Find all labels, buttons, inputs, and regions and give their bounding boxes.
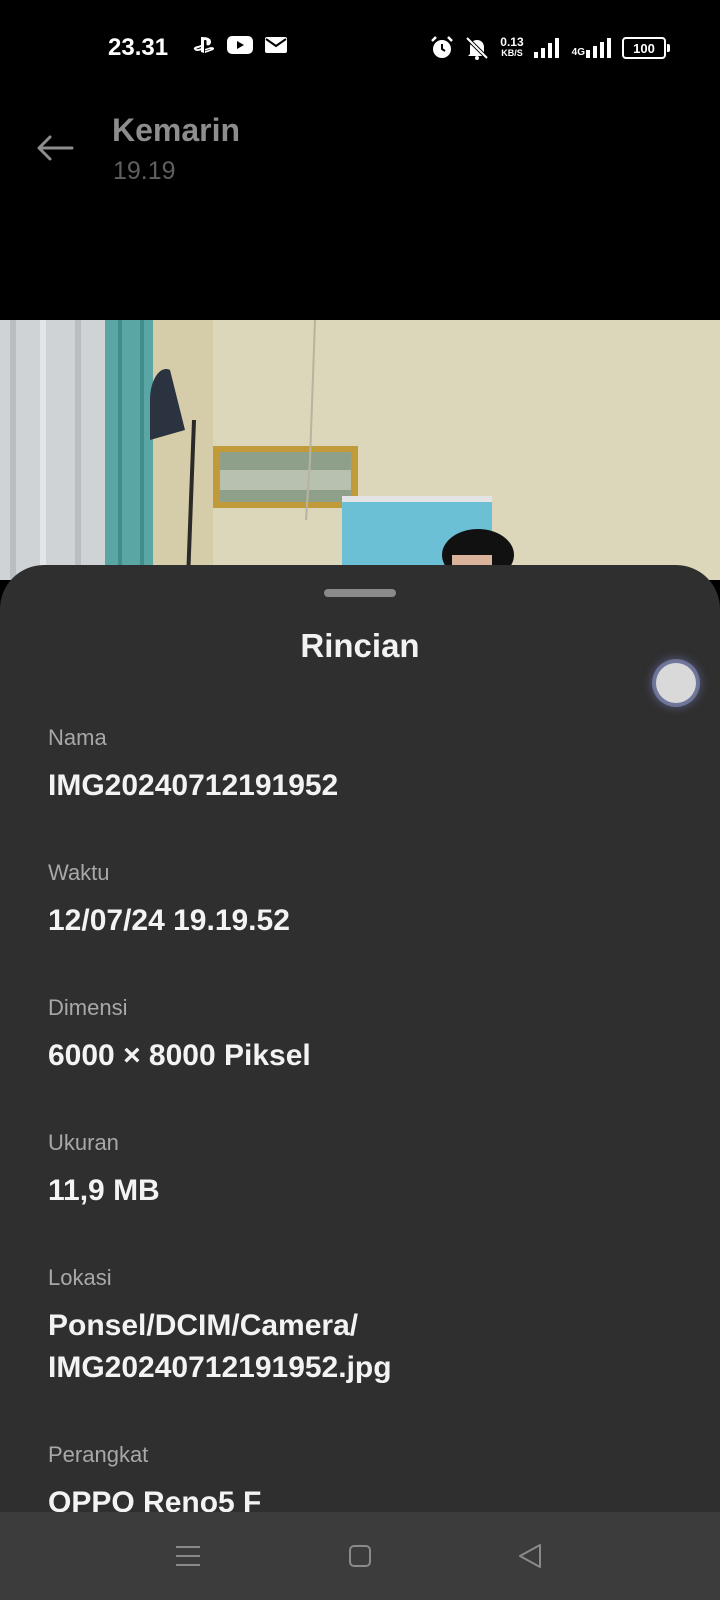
- field-label: Ukuran: [48, 1130, 119, 1155]
- status-bar: 23.31 0.13 KB/S 4G 100: [0, 0, 720, 90]
- field-value: 12/07/24 19.19.52: [48, 904, 290, 937]
- field-label: Perangkat: [48, 1442, 149, 1467]
- battery-level: 100: [633, 40, 655, 56]
- page-title: Kemarin: [112, 112, 241, 148]
- network-type: 4G: [571, 47, 585, 58]
- menu-button[interactable]: [166, 1534, 210, 1578]
- field-value-line2: IMG20240712191952.jpg: [48, 1351, 392, 1384]
- signal-icon: [533, 38, 559, 58]
- field-location: Lokasi Ponsel/DCIM/Camera/ IMG2024071219…: [48, 1265, 668, 1389]
- network-speed-value: 0.13: [500, 35, 524, 49]
- signal-4g-bars-icon: [586, 38, 611, 58]
- alarm-icon: [431, 36, 454, 58]
- page-subtitle: 19.19: [113, 157, 176, 185]
- details-sheet: Rincian Nama IMG20240712191952 Waktu 12/…: [0, 565, 720, 1519]
- home-button[interactable]: [338, 1534, 382, 1578]
- back-nav-button[interactable]: [508, 1534, 552, 1578]
- field-value: IMG20240712191952: [48, 769, 339, 802]
- playstation-icon: [193, 37, 215, 53]
- drag-handle[interactable]: [324, 589, 396, 597]
- field-label: Waktu: [48, 860, 110, 885]
- arrow-left-icon: [37, 135, 74, 161]
- field-label: Lokasi: [48, 1265, 112, 1290]
- signal-4g-icon: 4G: [572, 38, 612, 58]
- notification-icons: [193, 36, 287, 54]
- photo-preview[interactable]: [0, 320, 720, 580]
- network-speed: 0.13 KB/S: [500, 35, 524, 59]
- field-size: Ukuran 11,9 MB: [48, 1130, 668, 1212]
- navigation-bar: [0, 1512, 720, 1600]
- mute-icon: [465, 36, 489, 60]
- mail-icon: [265, 37, 287, 53]
- battery-icon: 100: [622, 37, 670, 59]
- network-speed-unit: KB/S: [501, 48, 523, 58]
- menu-icon: [176, 1546, 200, 1566]
- back-button[interactable]: [32, 128, 78, 168]
- field-dimension: Dimensi 6000 × 8000 Piksel: [48, 995, 668, 1077]
- system-icons: 0.13 KB/S 4G 100: [430, 35, 670, 60]
- field-time: Waktu 12/07/24 19.19.52: [48, 860, 668, 942]
- touch-indicator: [656, 663, 696, 703]
- home-icon: [349, 1545, 371, 1567]
- photo-image: [0, 320, 720, 580]
- field-label: Dimensi: [48, 995, 128, 1020]
- field-label: Nama: [48, 725, 107, 750]
- field-value-line1: Ponsel/DCIM/Camera/: [48, 1309, 359, 1342]
- field-name: Nama IMG20240712191952: [48, 725, 668, 807]
- back-triangle-icon: [519, 1544, 541, 1568]
- status-time: 23.31: [108, 34, 169, 61]
- youtube-icon: [227, 36, 253, 54]
- field-value: 6000 × 8000 Piksel: [48, 1039, 311, 1072]
- field-value: 11,9 MB: [48, 1174, 160, 1207]
- sheet-title: Rincian: [300, 627, 420, 664]
